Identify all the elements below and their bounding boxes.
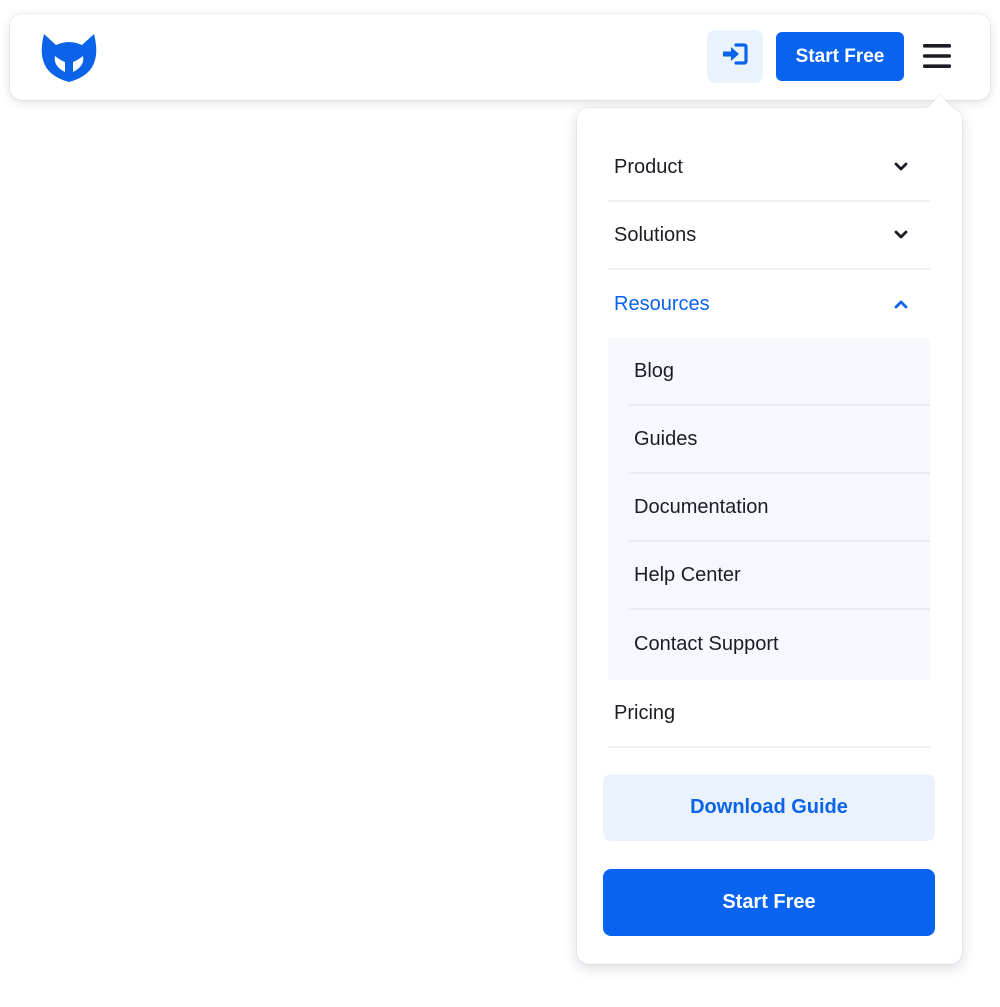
start-free-button[interactable]: Start Free: [776, 32, 904, 81]
submenu-item-help-center[interactable]: Help Center: [628, 542, 930, 610]
submenu-item-label: Documentation: [634, 495, 769, 518]
chevron-up-icon: [894, 299, 908, 309]
download-guide-button[interactable]: Download Guide: [603, 774, 935, 841]
menu-item-label: Resources: [614, 292, 710, 315]
menu-item-pricing[interactable]: Pricing: [608, 680, 930, 748]
hamburger-menu-icon[interactable]: [920, 40, 954, 72]
submenu-item-label: Guides: [634, 427, 698, 450]
submenu-item-contact-support[interactable]: Contact Support: [628, 610, 930, 678]
menu-start-free-button[interactable]: Start Free: [603, 869, 935, 936]
sign-in-icon: [722, 43, 748, 70]
start-free-label: Start Free: [795, 45, 885, 67]
chevron-down-icon: [894, 230, 908, 240]
menu-item-product[interactable]: Product: [608, 134, 930, 202]
menu-start-free-label: Start Free: [722, 891, 816, 913]
chevron-down-icon: [894, 162, 908, 172]
submenu-item-label: Blog: [634, 359, 675, 382]
sign-in-button[interactable]: [707, 30, 763, 83]
submenu-item-blog[interactable]: Blog: [628, 338, 930, 406]
menu-item-label: Product: [614, 155, 683, 178]
resources-submenu: Blog Guides Documentation Help Center Co…: [608, 338, 930, 680]
fox-head-logo-icon[interactable]: [40, 30, 98, 84]
submenu-item-label: Help Center: [634, 563, 741, 586]
submenu-item-label: Contact Support: [634, 632, 779, 655]
mobile-menu-dropdown: Product Solutions Resources Blog Guides …: [577, 95, 962, 964]
menu-item-resources[interactable]: Resources: [608, 270, 930, 338]
submenu-item-guides[interactable]: Guides: [628, 406, 930, 474]
menu-item-solutions[interactable]: Solutions: [608, 202, 930, 270]
menu-item-label: Solutions: [614, 223, 697, 246]
top-navbar: Start Free: [10, 14, 990, 100]
menu-item-label: Pricing: [614, 701, 676, 724]
submenu-item-documentation[interactable]: Documentation: [628, 474, 930, 542]
download-guide-label: Download Guide: [690, 796, 848, 818]
